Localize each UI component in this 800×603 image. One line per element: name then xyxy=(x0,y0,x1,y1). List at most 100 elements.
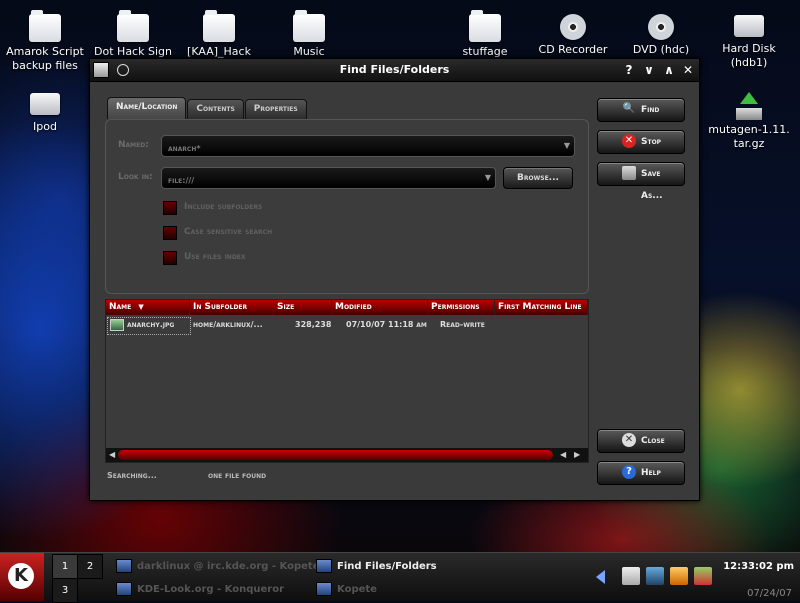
title-bar[interactable]: Find Files/Folders ? ∨ ∧ ✕ xyxy=(90,59,699,82)
status-searching: Searching... xyxy=(107,471,157,480)
use-files-index-checkbox[interactable] xyxy=(163,251,177,265)
hard-disk-icon xyxy=(734,15,764,37)
row-modified-cell: 07/10/07 11:18 am xyxy=(346,320,427,329)
column-header-first-line[interactable]: First Matching Line xyxy=(495,300,588,315)
name-location-panel: Named: anarch* ▼ Look in: file:/// ▼ Bro… xyxy=(105,119,589,294)
task-kopete-chat[interactable]: darklinux @ irc.kde.org - Kopete xyxy=(116,559,320,573)
stop-button[interactable]: ✕ Stop xyxy=(597,130,685,154)
desktop-icon-amarok-backup[interactable]: Amarok Script backup files xyxy=(0,10,90,73)
folder-icon xyxy=(203,10,235,42)
stop-icon: ✕ xyxy=(622,134,636,148)
lookin-value: file:/// xyxy=(168,176,195,185)
update-notifier-icon[interactable] xyxy=(694,567,712,585)
tab-contents[interactable]: Contents xyxy=(187,99,244,119)
scrollbar-thumb[interactable] xyxy=(118,450,553,460)
tab-bar: Name/Location Contents Properties xyxy=(107,97,308,119)
column-header-size[interactable]: Size xyxy=(274,300,332,315)
results-list: Name ▼ In Subfolder Size Modified Permis… xyxy=(105,299,589,463)
desktop-icon-label: Music xyxy=(293,45,325,58)
desktop-icon-label: Ipod xyxy=(33,120,57,133)
column-header-subfolder[interactable]: In Subfolder xyxy=(190,300,274,315)
network-icon[interactable] xyxy=(646,567,664,585)
minimize-button[interactable]: ∨ xyxy=(641,62,657,78)
messenger-icon[interactable] xyxy=(670,567,688,585)
taskbar: K 1 2 3 darklinux @ irc.kde.org - Kopete… xyxy=(0,552,800,603)
desktop-icon-cd-recorder[interactable]: CD Recorder xyxy=(528,14,618,57)
help-title-button[interactable]: ? xyxy=(621,62,637,78)
folder-icon xyxy=(117,10,149,42)
tab-properties[interactable]: Properties xyxy=(244,99,307,119)
close-button[interactable]: ✕ Close xyxy=(597,429,685,453)
task-konqueror[interactable]: KDE-Look.org - Konqueror xyxy=(116,582,284,596)
desktop-1-button[interactable]: 1 xyxy=(52,554,78,579)
desktop-icon-dot-hack-sign[interactable]: Dot Hack Sign xyxy=(88,10,178,59)
magnifier-icon: 🔍 xyxy=(622,103,636,114)
desktop-icon-label: stuffage xyxy=(462,45,508,58)
case-sensitive-label: Case sensitive search xyxy=(184,227,273,237)
desktop-2-button[interactable]: 2 xyxy=(77,554,103,579)
desktop-icon-label: Dot Hack Sign xyxy=(94,45,172,58)
clock-time[interactable]: 12:33:02 pm xyxy=(723,561,794,572)
cd-icon xyxy=(560,14,586,40)
desktop-3-button[interactable]: 3 xyxy=(52,578,78,603)
chevron-down-icon[interactable]: ▼ xyxy=(560,136,574,156)
package-icon xyxy=(734,92,764,120)
desktop-icon-label: mutagen-1.11. tar.gz xyxy=(708,123,790,150)
row-permissions-cell: Read-write xyxy=(440,320,485,329)
case-sensitive-checkbox[interactable] xyxy=(163,226,177,240)
konqueror-icon xyxy=(116,582,132,596)
scroll-left-icon[interactable]: ◀ xyxy=(109,448,115,462)
clock-date: 07/24/07 xyxy=(747,588,792,599)
desktop-icon-kaa-hack[interactable]: [KAA]_Hack xyxy=(174,10,264,59)
kde-menu-button[interactable]: K xyxy=(0,553,44,601)
close-icon: ✕ xyxy=(622,433,636,447)
folder-icon xyxy=(469,10,501,42)
desktop-icon-hard-disk[interactable]: Hard Disk (hdb1) xyxy=(704,12,794,70)
find-button[interactable]: 🔍 Find xyxy=(597,98,685,122)
ipod-drive-icon xyxy=(30,93,60,115)
lookin-label: Look in: xyxy=(118,172,153,182)
horizontal-scrollbar[interactable]: ◀ ◀ ▶ xyxy=(106,448,588,462)
task-find-files[interactable]: Find Files/Folders xyxy=(316,559,437,573)
tab-name-location[interactable]: Name/Location xyxy=(107,97,187,119)
kde-logo-icon: K xyxy=(8,563,34,589)
column-header-permissions[interactable]: Permissions xyxy=(428,300,495,315)
save-as-button[interactable]: Save As... xyxy=(597,162,685,201)
tray-collapse-arrow-icon[interactable] xyxy=(596,570,605,584)
scroll-right-icon[interactable]: ▶ xyxy=(574,448,580,462)
help-icon: ? xyxy=(622,465,636,479)
lookin-combobox[interactable]: file:/// ▼ xyxy=(161,167,496,189)
chevron-down-icon[interactable]: ▼ xyxy=(481,168,495,188)
column-header-modified[interactable]: Modified xyxy=(332,300,428,315)
desktop-icon-stuffage[interactable]: stuffage xyxy=(440,10,530,59)
sort-arrow-icon: ▼ xyxy=(138,303,144,311)
kopete-icon xyxy=(116,559,132,573)
include-subfolders-checkbox[interactable] xyxy=(163,201,177,215)
column-header-name[interactable]: Name ▼ xyxy=(106,300,190,315)
desktop-icon-mutagen[interactable]: mutagen-1.11. tar.gz xyxy=(704,92,794,151)
folder-icon xyxy=(29,10,61,42)
row-size-cell: 328,238 xyxy=(295,320,332,329)
clipboard-icon[interactable] xyxy=(622,567,640,585)
folder-icon xyxy=(293,10,325,42)
status-result-count: one file found xyxy=(208,471,267,480)
maximize-button[interactable]: ∧ xyxy=(661,62,677,78)
row-folder-cell: home/arklinux/... xyxy=(193,320,263,329)
task-kopete[interactable]: Kopete xyxy=(316,582,377,596)
help-button[interactable]: ? Help xyxy=(597,461,685,485)
image-file-icon xyxy=(110,318,124,331)
close-title-button[interactable]: ✕ xyxy=(680,62,696,78)
desktop-icon-label: CD Recorder xyxy=(538,43,608,56)
desktop-icon-dvd[interactable]: DVD (hdc) xyxy=(616,14,706,57)
scroll-left-icon[interactable]: ◀ xyxy=(560,448,566,462)
save-document-icon xyxy=(622,166,636,180)
row-name-cell: anarchy.jpg xyxy=(110,318,174,332)
find-files-dialog: Find Files/Folders ? ∨ ∧ ✕ Name/Location… xyxy=(89,58,700,501)
desktop-icon-label: DVD (hdc) xyxy=(632,43,690,56)
named-value: anarch* xyxy=(168,144,201,153)
named-combobox[interactable]: anarch* ▼ xyxy=(161,135,575,157)
desktop-icon-label: Hard Disk (hdb1) xyxy=(722,42,776,69)
desktop-icon-ipod[interactable]: Ipod xyxy=(0,90,90,134)
desktop-icon-music[interactable]: Music xyxy=(264,10,354,59)
browse-button[interactable]: Browse... xyxy=(503,167,573,189)
